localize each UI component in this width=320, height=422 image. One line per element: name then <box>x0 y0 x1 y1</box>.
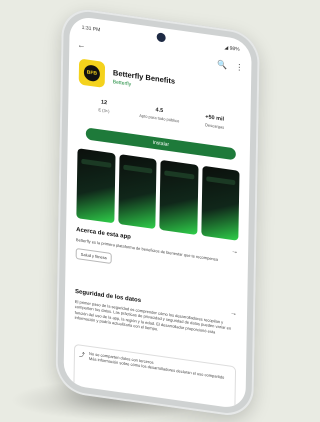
screenshot[interactable] <box>200 165 240 241</box>
category-chip[interactable]: Salud y fitness <box>75 248 112 265</box>
logo-text: BFB <box>83 64 101 83</box>
phone-frame: 1:31 PM ◢ 98% ← 🔍 ⋮ BFB Betterfly Benefi… <box>55 6 260 419</box>
stat-reviews: 12 E (3+) <box>98 99 110 114</box>
screenshot[interactable] <box>76 148 116 224</box>
screenshots-carousel[interactable] <box>76 148 240 241</box>
phone-screen: 1:31 PM ◢ 98% ← 🔍 ⋮ BFB Betterfly Benefi… <box>63 15 252 410</box>
search-icon[interactable]: 🔍 <box>217 59 227 69</box>
data-safety-section: Seguridad de los datos → El primer paso … <box>75 288 238 343</box>
screenshot[interactable] <box>117 154 157 230</box>
more-options-icon[interactable]: ⋮ <box>235 62 243 72</box>
card-row: ⤴ No se comparten datos con terceros Más… <box>79 349 231 381</box>
status-time: 1:31 PM <box>81 24 101 34</box>
screenshot[interactable] <box>159 159 199 235</box>
stat-rating: 4.5 Apto para todo público <box>139 107 180 124</box>
back-button[interactable]: ← <box>77 40 85 50</box>
arrow-right-icon[interactable]: → <box>231 248 238 256</box>
app-logo: BFB <box>78 58 106 88</box>
share-icon: ⤴ <box>78 352 86 360</box>
status-right: ◢ 98% <box>224 44 240 53</box>
stat-downloads: +50 mil Descargas <box>204 114 225 130</box>
arrow-right-icon[interactable]: → <box>230 310 237 318</box>
